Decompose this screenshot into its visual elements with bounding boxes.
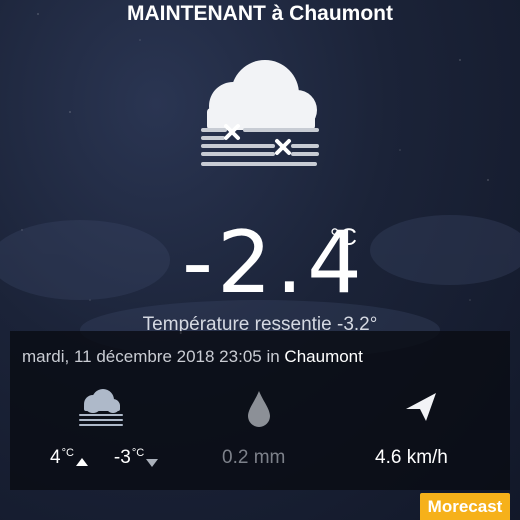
arrow-up-icon (75, 458, 88, 466)
current-temperature: -2.4 °C (0, 218, 520, 308)
cloud-fog-icon (79, 389, 123, 426)
precipitation-value: 0.2 mm (222, 447, 286, 468)
temperature-range: 4 °C -3 °C (50, 447, 159, 469)
page-title: MAINTENANT à Chaumont (127, 2, 393, 25)
temp-min-value: -3 (113, 447, 131, 468)
details-panel: mardi, 11 décembre 2018 23:05 in Chaumon… (10, 331, 510, 490)
raindrop-icon (248, 391, 270, 427)
temp-min-unit: °C (131, 447, 145, 459)
wind-speed-value: 4.6 km/h (375, 447, 448, 468)
arrow-down-icon (146, 459, 159, 467)
temp-max-unit: °C (61, 447, 74, 459)
morecast-brand-button[interactable]: Morecast (420, 493, 510, 520)
wind-direction-arrow-icon (406, 393, 436, 421)
cloud-fog-freezing-icon (201, 60, 319, 166)
temperature-unit: °C (330, 224, 357, 251)
date-line: mardi, 11 décembre 2018 23:05 in Chaumon… (22, 347, 363, 367)
date-text: mardi, 11 décembre 2018 23:05 in (22, 347, 280, 366)
temp-max-value: 4 (50, 447, 61, 468)
city-link[interactable]: Chaumont (284, 347, 362, 366)
